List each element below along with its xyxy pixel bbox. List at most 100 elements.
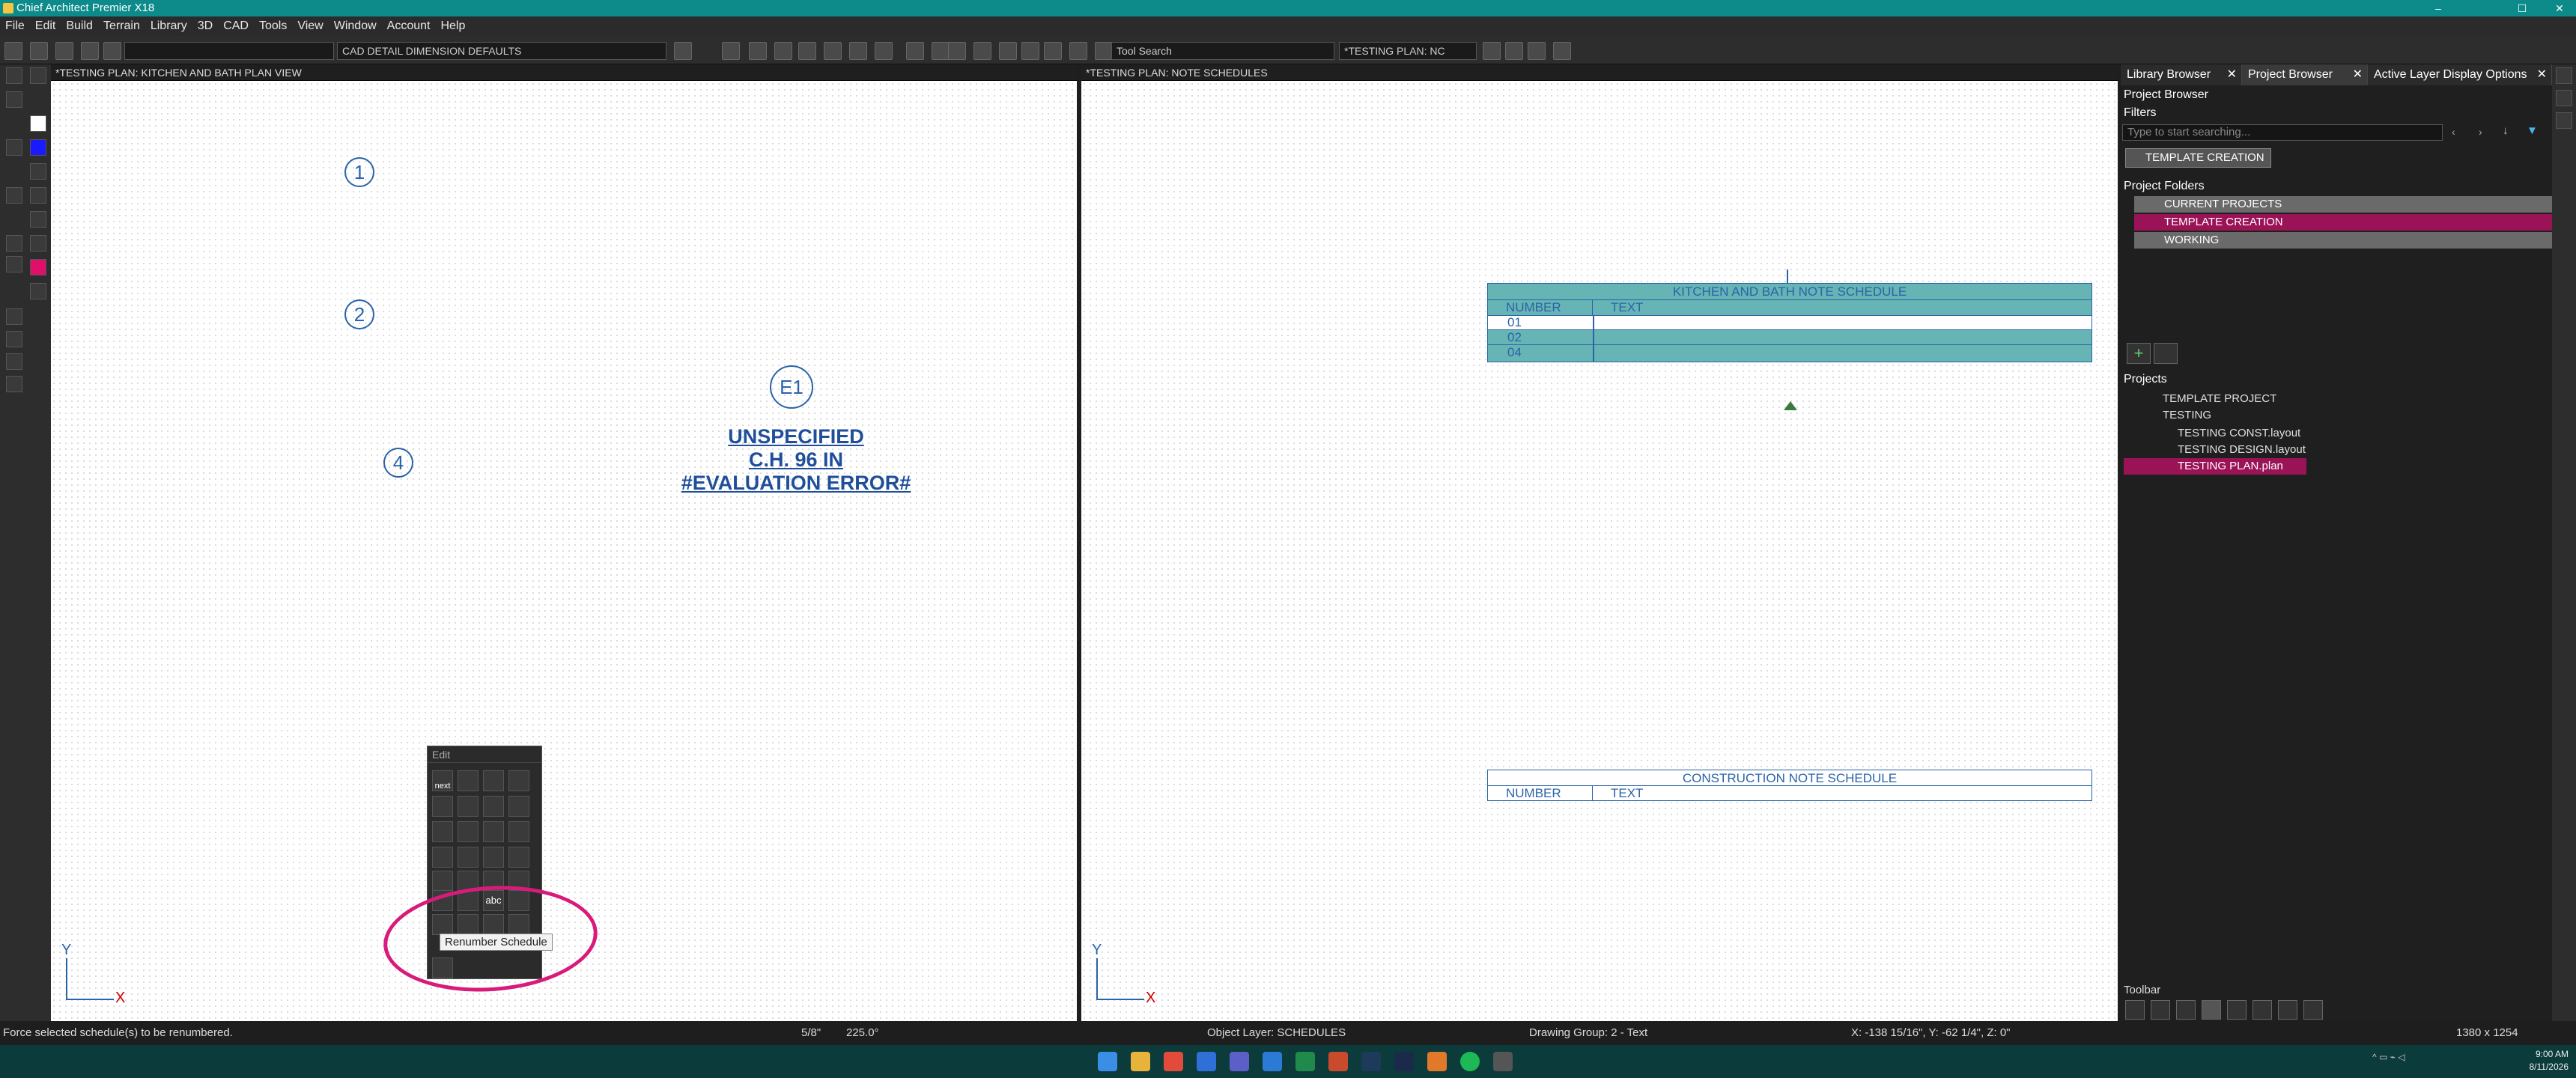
menu-edit[interactable]: Edit (30, 16, 61, 36)
open-icon[interactable] (30, 42, 48, 60)
chrome-icon[interactable] (1164, 1052, 1183, 1071)
hatch-2-icon[interactable] (30, 187, 46, 204)
copy-tool-icon[interactable] (483, 847, 504, 868)
maximize-button[interactable]: ☐ (2507, 0, 2537, 16)
schedule-row[interactable]: 02 (1488, 330, 2092, 345)
library-icon[interactable] (2556, 67, 2572, 84)
pencil-icon[interactable] (30, 67, 46, 84)
callout-bubble-1[interactable]: 1 (344, 157, 374, 187)
layout-testing-design[interactable]: TESTING DESIGN.layout (2178, 442, 2306, 458)
project-search-input[interactable]: Type to start searching... (2122, 124, 2443, 141)
outlook-icon[interactable] (1197, 1052, 1216, 1071)
minimize-button[interactable]: – (2423, 0, 2453, 16)
prev-arrow-icon[interactable]: ‹ (2452, 126, 2465, 139)
white-color-icon[interactable] (30, 115, 46, 132)
camera-icon[interactable] (973, 42, 991, 60)
project-template[interactable]: TEMPLATE PROJECT (2163, 391, 2276, 407)
project-icon[interactable] (2556, 90, 2572, 106)
blender-icon[interactable] (1427, 1052, 1447, 1071)
menu-view[interactable]: View (292, 16, 328, 36)
menu-help[interactable]: Help (435, 16, 470, 36)
plan-file-icon[interactable] (2227, 1000, 2247, 1020)
photoshop-icon[interactable] (1394, 1052, 1414, 1071)
sort-icon[interactable]: ↓ (2503, 124, 2521, 141)
chevron-up-icon[interactable] (722, 42, 740, 60)
save-icon[interactable] (4, 42, 22, 60)
next-button[interactable]: next (432, 770, 453, 791)
view-select[interactable]: *TESTING PLAN: NC (1339, 42, 1477, 60)
construction-schedule[interactable]: CONSTRUCTION NOTE SCHEDULE NUMBER TEXT (1487, 770, 2092, 801)
blue-color-icon[interactable] (30, 139, 46, 156)
elevation-marker[interactable]: E1 (770, 365, 813, 409)
layout-testing-const[interactable]: TESTING CONST.layout (2178, 425, 2300, 442)
menu-account[interactable]: Account (382, 16, 436, 36)
floor-up-icon[interactable] (1095, 42, 1113, 60)
image-icon[interactable] (6, 235, 22, 252)
plan-testing-plan[interactable]: TESTING PLAN.plan (2124, 458, 2306, 475)
gray-color-icon[interactable] (30, 283, 46, 299)
chief-architect-icon[interactable] (1493, 1052, 1513, 1071)
close-button[interactable]: ✕ (2545, 0, 2575, 16)
callout-bubble-4[interactable]: 4 (383, 448, 413, 478)
tab-active-layer-display[interactable]: Active Layer Display Options ✕ (2368, 64, 2552, 85)
tools-icon[interactable] (103, 42, 121, 60)
edit-tool-icon[interactable] (458, 770, 479, 791)
menu-cad[interactable]: CAD (218, 16, 254, 36)
duplicate-icon[interactable] (2278, 1000, 2297, 1020)
checkin-icon[interactable] (2176, 1000, 2196, 1020)
refresh-view-icon[interactable] (1483, 42, 1501, 60)
move-handle-icon[interactable] (1784, 401, 1797, 410)
folder-working[interactable]: WORKING (2134, 232, 2552, 249)
layers-2-icon[interactable] (6, 331, 22, 347)
hatch-icon[interactable] (30, 163, 46, 180)
edit-layer-icon[interactable] (6, 353, 22, 370)
layout-file-icon[interactable] (2253, 1000, 2272, 1020)
table-icon[interactable] (30, 235, 46, 252)
align-icon[interactable] (483, 796, 504, 817)
pdf-icon[interactable] (6, 91, 22, 108)
tab-project-browser[interactable]: Project Browser ✕ (2242, 64, 2368, 85)
menu-window[interactable]: Window (329, 16, 382, 36)
view-3d-icon[interactable] (1021, 42, 1039, 60)
chevron-down-icon[interactable] (674, 42, 692, 60)
teams-icon[interactable] (1230, 1052, 1249, 1071)
kitchen-bath-schedule[interactable]: KITCHEN AND BATH NOTE SCHEDULE NUMBER TE… (1487, 283, 2092, 362)
offset-icon[interactable] (458, 847, 479, 868)
powerpoint-icon[interactable] (1328, 1052, 1348, 1071)
vscode-icon[interactable] (1361, 1052, 1381, 1071)
layers-icon[interactable] (749, 42, 767, 60)
start-icon[interactable] (1098, 1052, 1117, 1071)
schedule-row[interactable]: 04 (1488, 345, 2092, 360)
settings-gear-icon[interactable] (2125, 1000, 2145, 1020)
image-2-icon[interactable] (6, 256, 22, 272)
orbit-icon[interactable] (1505, 42, 1523, 60)
word-icon[interactable] (1263, 1052, 1282, 1071)
render-icon[interactable] (1069, 42, 1087, 60)
copy-icon[interactable] (81, 42, 99, 60)
select-icon[interactable] (774, 42, 792, 60)
add-folder-button[interactable]: + (2127, 343, 2151, 364)
break-icon[interactable] (508, 821, 529, 842)
window-icon[interactable] (906, 42, 924, 60)
system-tray-icon[interactable]: ^ ▭ ⌁ ◁ (2372, 1052, 2432, 1071)
new-folder-icon[interactable] (2154, 343, 2178, 364)
print-icon[interactable] (55, 42, 73, 60)
edit-tool-3-icon[interactable] (508, 770, 529, 791)
spotify-icon[interactable] (1460, 1052, 1480, 1071)
fill-window-icon[interactable] (1044, 42, 1062, 60)
folder-current-projects[interactable]: CURRENT PROJECTS (2134, 196, 2552, 213)
grid-tool-icon[interactable] (6, 187, 22, 204)
filter-icon[interactable]: ▼ (2527, 124, 2545, 141)
tab-library-browser[interactable]: Library Browser ✕ (2121, 64, 2242, 85)
layer-paint-icon[interactable] (6, 376, 22, 392)
note-schedules-canvas[interactable]: Y X (1081, 81, 2118, 1021)
close-icon[interactable]: ✕ (2537, 64, 2547, 85)
zoom-icon[interactable] (999, 42, 1017, 60)
column-icon[interactable] (432, 821, 453, 842)
scale-icon[interactable] (508, 796, 529, 817)
menu-library[interactable]: Library (145, 16, 192, 36)
plan-view-canvas[interactable]: 1 2 4 E1 UNSPECIFIED C.H. 96 IN #EVALUAT… (51, 81, 1077, 1021)
magenta-color-icon[interactable] (30, 259, 46, 275)
clock[interactable]: 9:00 AM 8/11/2026 (2509, 1048, 2569, 1074)
layer-select-empty[interactable] (124, 42, 334, 60)
